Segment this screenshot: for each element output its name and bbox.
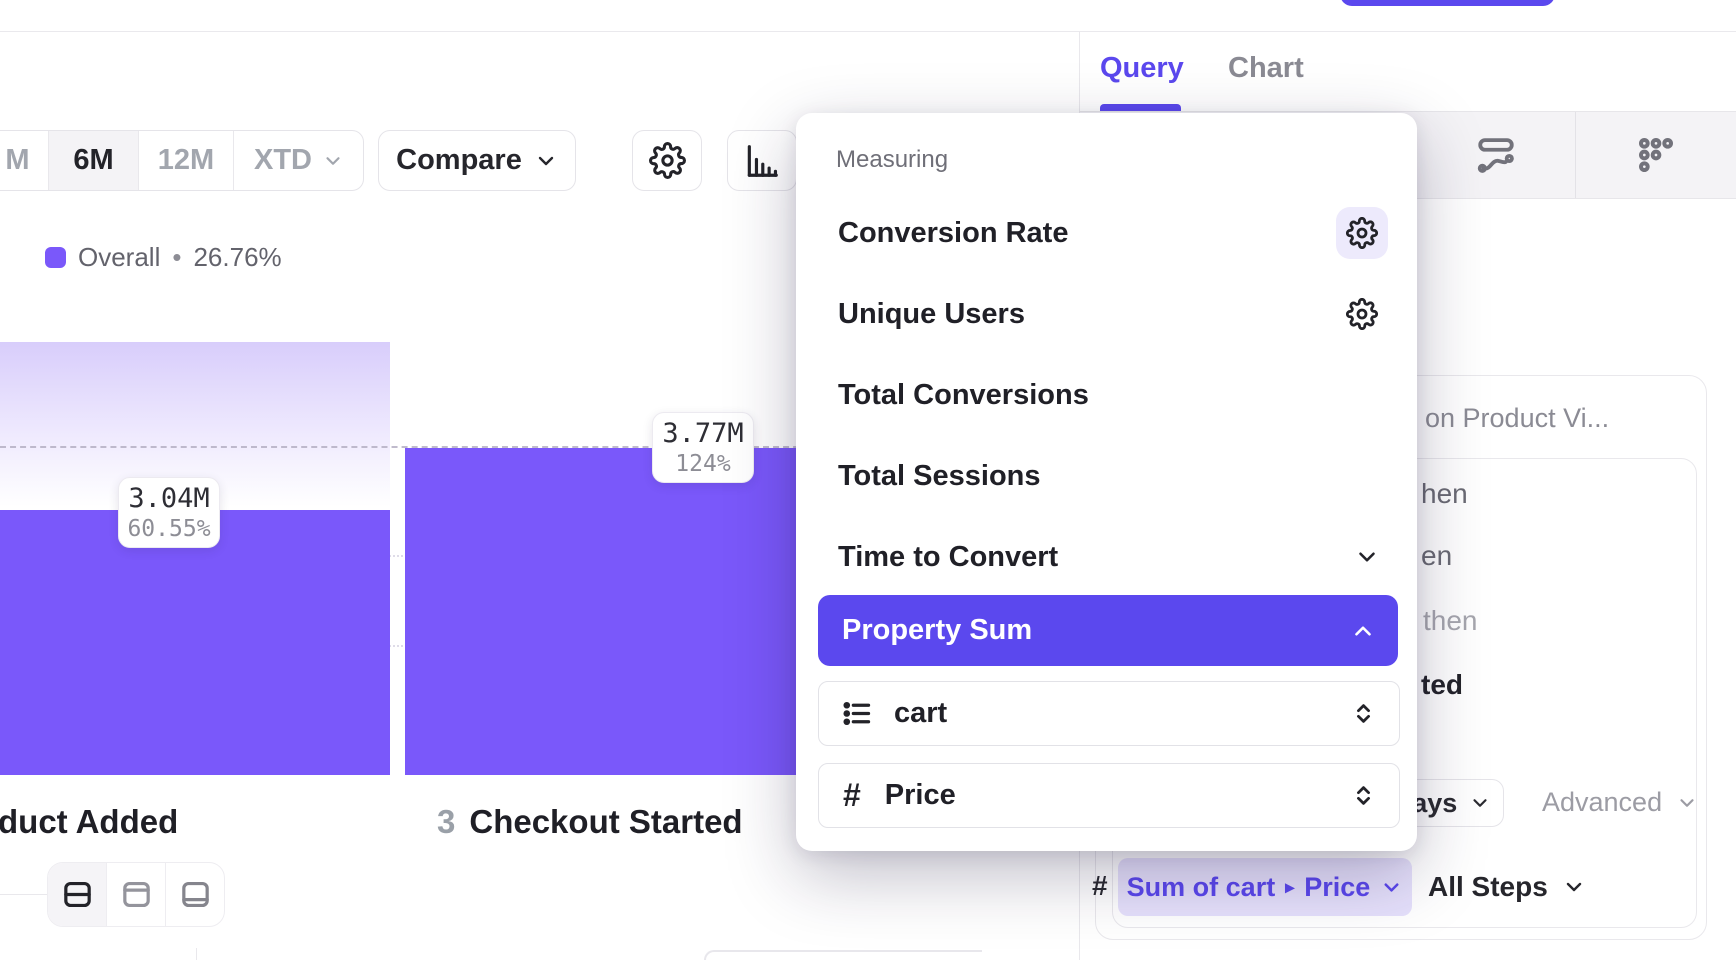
time-range-xtd[interactable]: XTD bbox=[234, 131, 364, 190]
number-type-symbol: # bbox=[1092, 870, 1108, 902]
top-view-icon bbox=[119, 877, 154, 912]
chevron-up-icon bbox=[1350, 618, 1376, 644]
view-bottom-button[interactable] bbox=[166, 863, 224, 926]
menu-item-total-sessions[interactable]: Total Sessions bbox=[812, 436, 1402, 516]
primary-action-button[interactable] bbox=[1340, 0, 1555, 6]
flow-chart-icon bbox=[1475, 134, 1517, 176]
time-range-6m[interactable]: 6M bbox=[49, 131, 139, 190]
view-top-button[interactable] bbox=[107, 863, 166, 926]
step-row-fragment: en bbox=[1421, 540, 1452, 572]
view-split-button[interactable] bbox=[48, 863, 107, 926]
divider bbox=[1575, 112, 1576, 198]
up-down-selector-icon bbox=[1350, 782, 1377, 809]
query-card-title: on Product Vi... bbox=[1425, 403, 1609, 434]
step-label-product-added: duct Added bbox=[0, 803, 178, 841]
legend-value: 26.76% bbox=[193, 242, 281, 273]
table-corner bbox=[704, 950, 982, 960]
flow-tool-button[interactable] bbox=[1417, 112, 1575, 198]
step-connector-fragment: then bbox=[1423, 605, 1478, 637]
property-selector[interactable]: # Price bbox=[818, 763, 1400, 828]
metrics-tool-button[interactable] bbox=[1576, 112, 1736, 198]
chevron-down-icon bbox=[1469, 792, 1491, 814]
property-type-selector[interactable]: cart bbox=[818, 681, 1400, 746]
divider bbox=[0, 894, 47, 895]
step-row-fragment: ted bbox=[1421, 669, 1463, 701]
app-screen: M 6M 12M XTD Compare Overall • 26.76% bbox=[0, 0, 1736, 960]
menu-item-time-to-convert[interactable]: Time to Convert bbox=[812, 517, 1402, 597]
time-range-m[interactable]: M bbox=[0, 131, 49, 190]
gear-icon bbox=[649, 142, 686, 179]
breakdown-view-switcher bbox=[47, 862, 225, 927]
menu-item-total-conversions[interactable]: Total Conversions bbox=[812, 355, 1402, 435]
compare-button[interactable]: Compare bbox=[378, 130, 576, 191]
number-icon: # bbox=[843, 777, 861, 814]
legend[interactable]: Overall • 26.76% bbox=[45, 244, 282, 270]
chevron-down-icon bbox=[322, 150, 344, 172]
dropdown-title: Measuring bbox=[836, 146, 948, 174]
value-card-product-added[interactable]: 3.04M 60.55% bbox=[118, 477, 220, 548]
chevron-down-icon bbox=[1562, 875, 1586, 899]
tab-chart[interactable]: Chart bbox=[1228, 52, 1304, 85]
advanced-button[interactable]: Advanced bbox=[1542, 787, 1698, 818]
legend-series: Overall bbox=[78, 242, 160, 273]
split-view-icon bbox=[60, 877, 95, 912]
chart-type-button[interactable] bbox=[727, 130, 797, 191]
legend-separator: • bbox=[172, 242, 181, 273]
menu-item-conversion-rate[interactable]: Conversion Rate bbox=[812, 193, 1402, 273]
divider bbox=[196, 948, 197, 960]
time-range-group: M 6M 12M XTD bbox=[0, 130, 364, 191]
time-range-12m[interactable]: 12M bbox=[139, 131, 234, 190]
chart-settings-button[interactable] bbox=[632, 130, 702, 191]
menu-item-property-sum-selected[interactable]: Property Sum bbox=[818, 595, 1398, 666]
funnel-bar-product-added[interactable] bbox=[0, 510, 390, 775]
measurement-chip[interactable]: Sum of cart ▸ Price bbox=[1118, 858, 1412, 916]
chevron-down-icon bbox=[1380, 876, 1403, 899]
value-card-checkout-started[interactable]: 3.77M 124% bbox=[652, 412, 754, 483]
menu-item-unique-users[interactable]: Unique Users bbox=[812, 274, 1402, 354]
tab-query[interactable]: Query bbox=[1100, 52, 1184, 85]
chevron-down-icon bbox=[1354, 544, 1380, 570]
step-row-fragment: hen bbox=[1421, 478, 1468, 510]
bar-chart-icon bbox=[743, 142, 781, 180]
legend-swatch bbox=[45, 247, 66, 268]
gear-icon[interactable] bbox=[1346, 298, 1378, 330]
bottom-view-icon bbox=[178, 877, 213, 912]
up-down-selector-icon bbox=[1350, 700, 1377, 727]
gear-icon[interactable] bbox=[1346, 217, 1378, 249]
list-icon bbox=[841, 697, 874, 730]
chevron-down-icon bbox=[534, 149, 558, 173]
dots-grid-icon bbox=[1636, 135, 1676, 175]
breadcrumb-arrow: ▸ bbox=[1285, 877, 1294, 898]
all-steps-dropdown[interactable]: All Steps bbox=[1428, 859, 1586, 915]
chevron-down-icon bbox=[1676, 792, 1698, 814]
step-label-checkout-started: 3Checkout Started bbox=[437, 803, 743, 841]
